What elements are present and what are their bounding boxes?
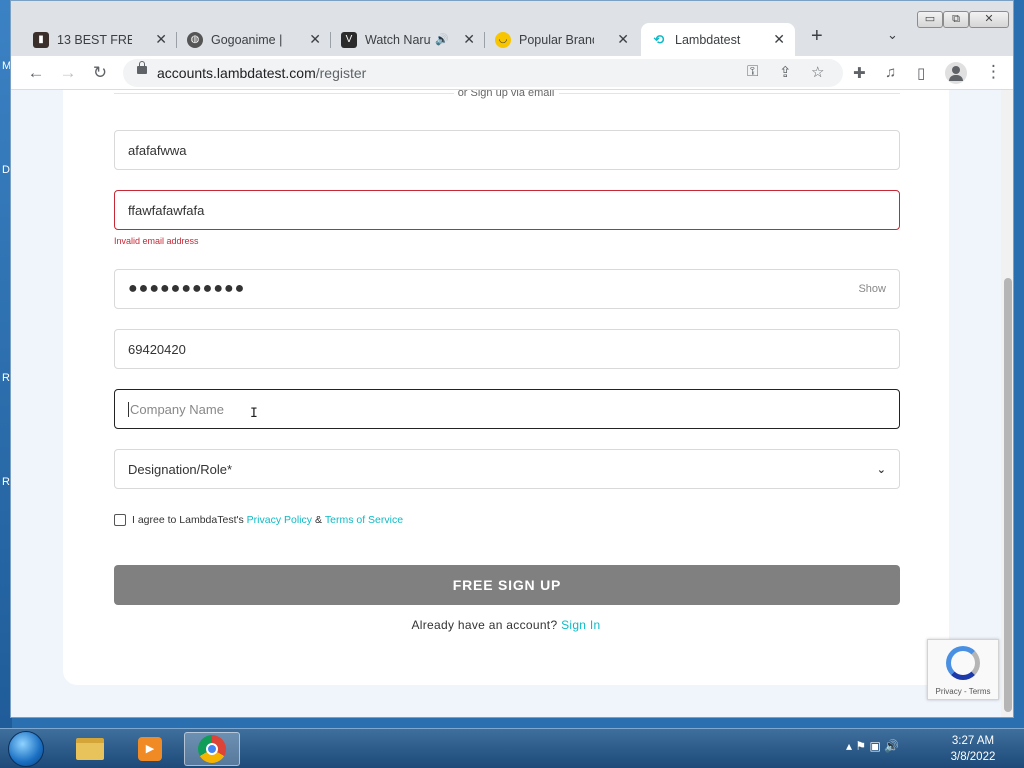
email-error-message: Invalid email address — [114, 236, 199, 246]
taskbar-explorer[interactable] — [62, 732, 118, 766]
tab-popular-brand[interactable]: ◡ Popular Brand St ✕ — [485, 23, 639, 56]
forward-button[interactable]: → — [57, 62, 79, 84]
tab-title: Lambdatest — [675, 32, 741, 47]
or-signup-email-text: or Sign up via email — [457, 90, 555, 99]
already-account-text: Already have an account? Sign In — [411, 618, 601, 632]
tab-title: Popular Brand St — [519, 32, 594, 47]
privacy-policy-link[interactable]: Privacy Policy — [247, 514, 312, 526]
terms-agreement: I agree to LambdaTest's Privacy Policy &… — [114, 514, 403, 526]
browser-menu-icon[interactable]: ⋮ — [985, 62, 1002, 82]
agree-text: I agree to LambdaTest's — [132, 514, 244, 526]
recaptcha-links[interactable]: Privacy - Terms — [928, 687, 998, 696]
taskbar-chrome[interactable] — [184, 732, 240, 766]
name-value: afafafwwa — [128, 142, 187, 158]
tab-strip: ▮ 13 BEST FREE Ani ✕ ◍ Gogoanime | Wa ✕ … — [11, 1, 1013, 56]
company-name-field[interactable]: Company Name — [114, 389, 900, 429]
tab-watch-naruto[interactable]: V Watch Naruto 🔊 ✕ — [331, 23, 485, 56]
chrome-icon — [198, 735, 226, 763]
clock-time: 3:27 AM — [951, 735, 995, 747]
globe-icon: ◍ — [187, 31, 203, 48]
page-scrollbar[interactable] — [1001, 90, 1013, 717]
company-name-placeholder: Company Name — [130, 401, 224, 417]
audio-playing-icon[interactable]: 🔊 — [435, 33, 449, 46]
phone-field[interactable]: 69420420 — [114, 329, 900, 369]
lambdatest-icon: ⟲ — [651, 31, 667, 48]
tab-best-free-anime[interactable]: ▮ 13 BEST FREE Ani ✕ — [23, 23, 177, 56]
media-player-icon: ▶ — [138, 737, 162, 761]
restore-button[interactable]: ⧉ — [943, 11, 969, 28]
reload-button[interactable]: ↻ — [89, 62, 111, 84]
new-tab-button[interactable]: + — [811, 25, 823, 48]
tab-gogoanime[interactable]: ◍ Gogoanime | Wa ✕ — [177, 23, 331, 56]
name-field[interactable]: afafafwwa — [114, 130, 900, 170]
email-value: ffawfafawfafa — [128, 202, 205, 218]
scrollbar-thumb[interactable] — [1004, 278, 1012, 712]
text-cursor-icon: Ι — [250, 406, 258, 421]
bookmark-star-icon[interactable]: ☆ — [811, 63, 824, 81]
taskbar: ▶ ▴ ⚑ ▣ 🔊 3:27 AM 3/8/2022 — [0, 728, 1024, 768]
terms-of-service-link[interactable]: Terms of Service — [325, 514, 403, 526]
show-password-button[interactable]: Show — [858, 283, 886, 295]
extensions-icon[interactable]: ✚ — [853, 64, 866, 82]
address-bar[interactable]: accounts.lambdatest.com/register ⚿ ⇪ ☆ — [123, 59, 843, 87]
smile-icon: ◡ — [495, 31, 511, 48]
dark-book-icon: ▮ — [33, 31, 49, 48]
tab-close-icon[interactable]: ✕ — [303, 31, 321, 48]
sign-in-link[interactable]: Sign In — [561, 618, 600, 632]
lock-icon[interactable] — [137, 61, 147, 74]
tab-close-icon[interactable]: ✕ — [149, 31, 167, 48]
designation-placeholder: Designation/Role* — [128, 461, 233, 477]
email-field[interactable]: ffawfafawfafa — [114, 190, 900, 230]
browser-window: ▮ 13 BEST FREE Ani ✕ ◍ Gogoanime | Wa ✕ … — [10, 0, 1014, 718]
browser-toolbar: ← → ↻ accounts.lambdatest.com/register ⚿… — [11, 56, 1013, 90]
media-control-icon[interactable]: ♫ — [885, 64, 896, 81]
side-panel-icon[interactable]: ▯ — [917, 64, 925, 82]
key-icon[interactable]: ⚿ — [747, 63, 758, 80]
ampersand-text: & — [312, 514, 325, 526]
page-viewport: or Sign up via email afafafwwa ffawfafaw… — [11, 90, 1001, 717]
tab-close-icon[interactable]: ✕ — [457, 31, 475, 48]
tab-search-button[interactable]: ⌄ — [887, 27, 898, 43]
desktop-icon-label: R — [2, 372, 10, 384]
free-signup-button[interactable]: FREE SIGN UP — [114, 565, 900, 605]
tab-title: Watch Naruto — [365, 32, 431, 47]
clock-date: 3/8/2022 — [950, 751, 996, 763]
taskbar-clock[interactable]: 3:27 AM 3/8/2022 — [945, 733, 1001, 765]
tab-close-icon[interactable]: ✕ — [767, 31, 785, 48]
minimize-button[interactable]: ▭ — [917, 11, 943, 28]
url-text[interactable]: accounts.lambdatest.com/register — [157, 65, 366, 81]
desktop-icon-label: R — [2, 476, 10, 488]
close-window-button[interactable]: ✕ — [969, 11, 1009, 28]
tab-title: 13 BEST FREE Ani — [57, 32, 132, 47]
terms-checkbox[interactable] — [114, 514, 126, 526]
phone-value: 69420420 — [128, 341, 186, 357]
tab-title: Gogoanime | Wa — [211, 32, 286, 47]
system-tray-icons[interactable]: ▴ ⚑ ▣ 🔊 — [846, 739, 899, 753]
text-caret — [128, 401, 129, 417]
designation-select[interactable]: Designation/Role* ⌄ — [114, 449, 900, 489]
tab-close-icon[interactable]: ✕ — [611, 31, 629, 48]
share-icon[interactable]: ⇪ — [779, 63, 792, 81]
recaptcha-logo-icon — [946, 646, 980, 680]
taskbar-media-player[interactable]: ▶ — [122, 732, 178, 766]
chevron-down-icon: ⌄ — [876, 463, 886, 476]
back-button[interactable]: ← — [25, 62, 47, 84]
signup-card: or Sign up via email afafafwwa ffawfafaw… — [63, 90, 949, 685]
v-logo-icon: V — [341, 31, 357, 48]
tab-lambdatest[interactable]: ⟲ Lambdatest ✕ — [641, 23, 795, 56]
recaptcha-badge[interactable]: Privacy - Terms — [927, 639, 999, 700]
password-field[interactable]: ●●●●●●●●●●● Show — [114, 269, 900, 309]
folder-icon — [76, 738, 104, 760]
desktop-icon-label: D — [2, 164, 10, 176]
profile-avatar-icon[interactable] — [945, 62, 967, 84]
password-value: ●●●●●●●●●●● — [128, 280, 246, 297]
start-button[interactable] — [8, 731, 44, 767]
